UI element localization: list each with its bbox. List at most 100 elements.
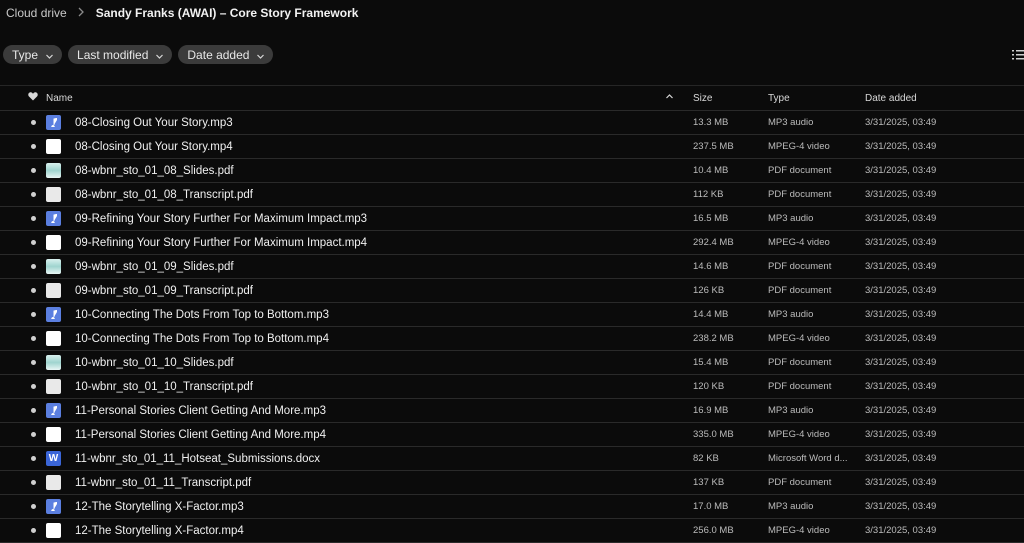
file-name: 12-The Storytelling X-Factor.mp4: [75, 524, 244, 537]
video-file-icon: [46, 235, 61, 250]
file-name: 11-Personal Stories Client Getting And M…: [75, 428, 326, 441]
file-size: 14.6 MB: [693, 261, 729, 272]
table-row[interactable]: 12-The Storytelling X-Factor.mp3 17.0 MB M…: [0, 495, 1024, 519]
bullet-icon: [31, 432, 36, 437]
file-name: 09-Refining Your Story Further For Maxim…: [75, 212, 368, 225]
pdf-file-icon: [46, 187, 61, 202]
file-type: PDF document: [768, 189, 832, 200]
bullet-icon: [31, 528, 36, 533]
pdf-file-icon: [46, 283, 61, 298]
chevron-down-icon: [45, 50, 54, 59]
list-view-icon[interactable]: [1012, 48, 1024, 62]
column-header-type[interactable]: Type: [768, 93, 858, 104]
bullet-icon: [31, 336, 36, 341]
chevron-up-icon[interactable]: [665, 92, 675, 104]
table-row[interactable]: 08-Closing Out Your Story.mp3 13.3 MB MP3 …: [0, 111, 1024, 135]
file-size: 256.0 MB: [693, 525, 734, 536]
table-row[interactable]: 10-wbnr_sto_01_10_Transcript.pdf 120 KB PD…: [0, 375, 1024, 399]
video-file-icon: [46, 523, 61, 538]
audio-file-icon: [46, 403, 61, 418]
table-row[interactable]: 09-wbnr_sto_01_09_Transcript.pdf 126 KB PD…: [0, 279, 1024, 303]
pdf-slides-icon: [46, 259, 61, 274]
file-date-added: 3/31/2025, 03:49: [865, 381, 937, 392]
column-header-size[interactable]: Size: [693, 93, 763, 104]
file-name: 11-wbnr_sto_01_11_Hotseat_Submissions.do…: [75, 452, 321, 465]
file-type: MP3 audio: [768, 405, 814, 416]
word-doc-icon: W: [46, 451, 61, 466]
filter-type-label: Type: [12, 47, 39, 62]
file-type: PDF document: [768, 477, 832, 488]
file-date-added: 3/31/2025, 03:49: [865, 501, 937, 512]
file-type: MPEG-4 video: [768, 141, 830, 152]
column-header-name[interactable]: Name: [46, 93, 666, 104]
file-date-added: 3/31/2025, 03:49: [865, 285, 937, 296]
file-name: 10-wbnr_sto_01_10_Transcript.pdf: [75, 380, 253, 393]
file-name: 10-Connecting The Dots From Top to Botto…: [75, 332, 329, 345]
file-size: 17.0 MB: [693, 501, 729, 512]
filter-type-button[interactable]: Type: [3, 45, 63, 64]
file-date-added: 3/31/2025, 03:49: [865, 165, 937, 176]
file-date-added: 3/31/2025, 03:49: [865, 189, 937, 200]
file-name: 10-wbnr_sto_01_10_Slides.pdf: [75, 356, 234, 369]
bullet-icon: [31, 216, 36, 221]
pdf-file-icon: [46, 475, 61, 490]
bullet-icon: [31, 312, 36, 317]
file-size: 137 KB: [693, 477, 725, 488]
table-row[interactable]: 09-Refining Your Story Further For Maxim…: [0, 207, 1024, 231]
file-type: Microsoft Word d...: [768, 453, 848, 464]
table-row[interactable]: 11-Personal Stories Client Getting And M…: [0, 399, 1024, 423]
file-name: 09-wbnr_sto_01_09_Transcript.pdf: [75, 284, 253, 297]
table-row[interactable]: 11-Personal Stories Client Getting And M…: [0, 423, 1024, 447]
file-type: PDF document: [768, 357, 832, 368]
column-header-date-added[interactable]: Date added: [865, 93, 1015, 104]
file-name: 08-wbnr_sto_01_08_Transcript.pdf: [75, 188, 253, 201]
filter-last-modified-button[interactable]: Last modified: [68, 45, 173, 64]
file-size: 14.4 MB: [693, 309, 729, 320]
file-date-added: 3/31/2025, 03:49: [865, 213, 937, 224]
file-date-added: 3/31/2025, 03:49: [865, 141, 937, 152]
file-date-added: 3/31/2025, 03:49: [865, 117, 937, 128]
bullet-icon: [31, 408, 36, 413]
file-type: MP3 audio: [768, 501, 814, 512]
file-date-added: 3/31/2025, 03:49: [865, 357, 937, 368]
file-type: PDF document: [768, 285, 832, 296]
filter-date-added-button[interactable]: Date added: [178, 45, 274, 64]
table-row[interactable]: 10-Connecting The Dots From Top to Botto…: [0, 327, 1024, 351]
breadcrumb-cloud-drive[interactable]: Cloud drive: [6, 6, 67, 20]
table-row[interactable]: 09-Refining Your Story Further For Maxim…: [0, 231, 1024, 255]
pdf-file-icon: [46, 379, 61, 394]
bullet-icon: [31, 192, 36, 197]
table-row[interactable]: 08-wbnr_sto_01_08_Slides.pdf 10.4 MB PDF d…: [0, 159, 1024, 183]
table-header: Name Size Type Date added: [0, 86, 1024, 111]
table-row[interactable]: 10-wbnr_sto_01_10_Slides.pdf 15.4 MB PDF d…: [0, 351, 1024, 375]
file-size: 120 KB: [693, 381, 725, 392]
table-row[interactable]: 08-Closing Out Your Story.mp4 237.5 MB MPE…: [0, 135, 1024, 159]
file-type: MP3 audio: [768, 213, 814, 224]
chevron-down-icon: [256, 50, 265, 59]
bullet-icon: [31, 240, 36, 245]
filter-last-modified-label: Last modified: [77, 47, 149, 62]
file-date-added: 3/31/2025, 03:49: [865, 525, 937, 536]
file-name: 09-wbnr_sto_01_09_Slides.pdf: [75, 260, 234, 273]
table-row[interactable]: 10-Connecting The Dots From Top to Botto…: [0, 303, 1024, 327]
chevron-right-icon: [77, 6, 87, 20]
pdf-slides-icon: [46, 163, 61, 178]
file-table: Name Size Type Date added 08-Closing Out…: [0, 86, 1024, 543]
file-type: MPEG-4 video: [768, 237, 830, 248]
file-name: 12-The Storytelling X-Factor.mp3: [75, 500, 244, 513]
pdf-slides-icon: [46, 355, 61, 370]
table-row[interactable]: 12-The Storytelling X-Factor.mp4 256.0 MB…: [0, 519, 1024, 543]
audio-file-icon: [46, 211, 61, 226]
audio-file-icon: [46, 307, 61, 322]
table-row[interactable]: W 11-wbnr_sto_01_11_Hotseat_Submissions.d…: [0, 447, 1024, 471]
file-name: 09-Refining Your Story Further For Maxim…: [75, 236, 368, 249]
audio-file-icon: [46, 115, 61, 130]
table-row[interactable]: 11-wbnr_sto_01_11_Transcript.pdf 137 KB PD…: [0, 471, 1024, 495]
file-name: 11-wbnr_sto_01_11_Transcript.pdf: [75, 476, 252, 489]
heart-icon[interactable]: [28, 92, 40, 104]
table-row[interactable]: 09-wbnr_sto_01_09_Slides.pdf 14.6 MB PDF d…: [0, 255, 1024, 279]
bullet-icon: [31, 288, 36, 293]
file-size: 82 KB: [693, 453, 719, 464]
table-row[interactable]: 08-wbnr_sto_01_08_Transcript.pdf 112 KB PD…: [0, 183, 1024, 207]
file-type: PDF document: [768, 381, 832, 392]
